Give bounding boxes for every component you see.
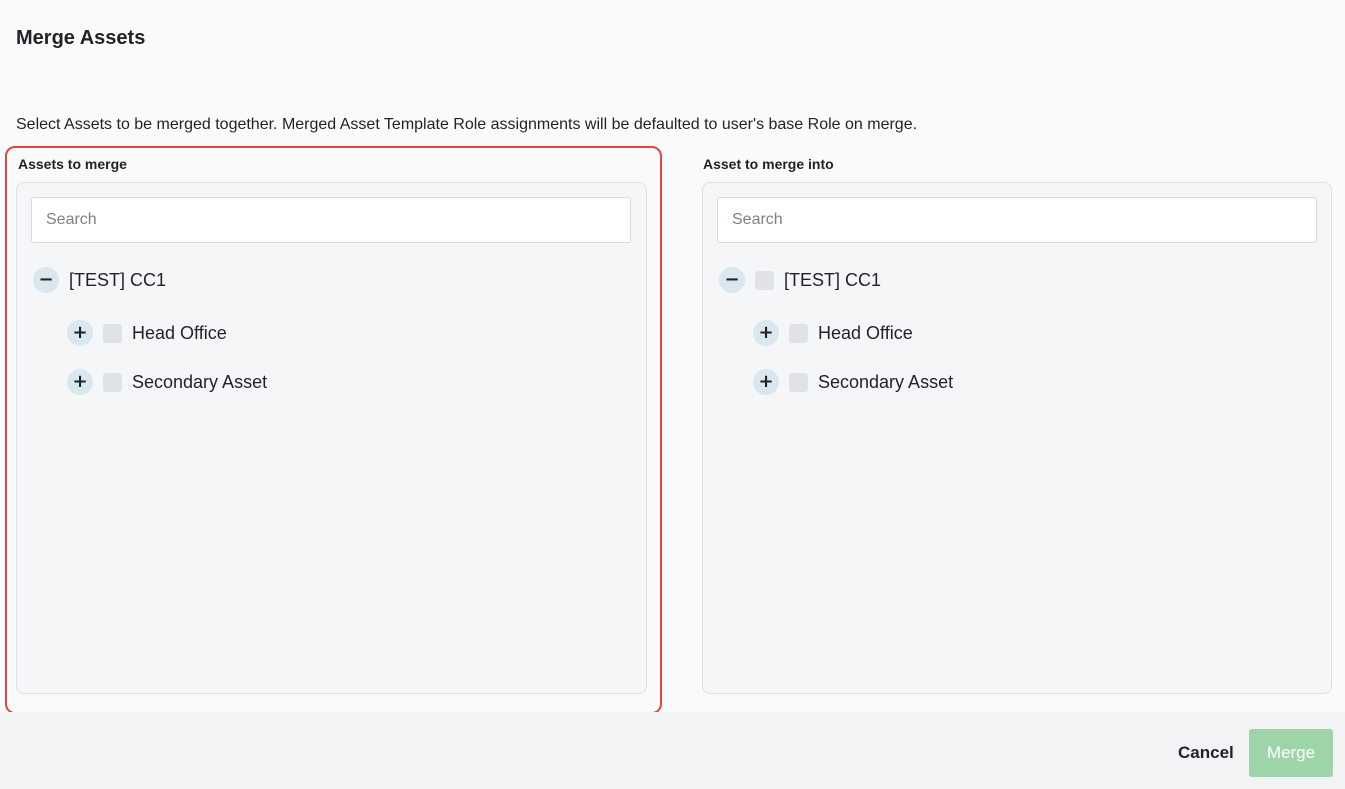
page-title: Merge Assets [16, 27, 146, 49]
dialog-footer [0, 712, 1345, 789]
root-checkbox[interactable] [755, 270, 774, 290]
tree-item-label[interactable]: Secondary Asset [818, 372, 953, 393]
secondary-asset-checkbox[interactable] [789, 372, 808, 392]
cancel-button[interactable]: Cancel [1168, 729, 1244, 777]
expand-icon[interactable]: + [67, 320, 93, 346]
tree-item-label[interactable]: Head Office [132, 323, 227, 344]
expand-icon[interactable]: + [753, 320, 779, 346]
tree-item-label[interactable]: [TEST] CC1 [784, 270, 881, 291]
expand-icon[interactable]: + [753, 369, 779, 395]
tree-row-head-office: + Head Office [753, 319, 913, 347]
tree-row-secondary-asset: + Secondary Asset [753, 368, 953, 396]
secondary-asset-checkbox[interactable] [103, 372, 122, 392]
assets-to-merge-label: Assets to merge [18, 156, 127, 172]
dialog-description: Select Assets to be merged together. Mer… [16, 116, 918, 133]
head-office-checkbox[interactable] [103, 323, 122, 343]
tree-item-label[interactable]: [TEST] CC1 [69, 270, 166, 291]
assets-to-merge-panel: − [TEST] CC1 + Head Office + Secondary A… [16, 182, 647, 694]
tree-item-label[interactable]: Secondary Asset [132, 372, 267, 393]
asset-to-merge-into-search-input[interactable] [717, 197, 1317, 243]
assets-to-merge-search-input[interactable] [31, 197, 631, 243]
collapse-icon[interactable]: − [719, 267, 745, 293]
collapse-icon[interactable]: − [33, 267, 59, 293]
tree-row-head-office: + Head Office [67, 319, 227, 347]
tree-row-root: − [TEST] CC1 [33, 266, 166, 294]
asset-to-merge-into-label: Asset to merge into [703, 156, 834, 172]
tree-item-label[interactable]: Head Office [818, 323, 913, 344]
tree-row-root: − [TEST] CC1 [719, 266, 881, 294]
tree-row-secondary-asset: + Secondary Asset [67, 368, 267, 396]
merge-button[interactable]: Merge [1249, 729, 1333, 777]
asset-to-merge-into-panel: − [TEST] CC1 + Head Office + Secondary A… [702, 182, 1332, 694]
head-office-checkbox[interactable] [789, 323, 808, 343]
expand-icon[interactable]: + [67, 369, 93, 395]
